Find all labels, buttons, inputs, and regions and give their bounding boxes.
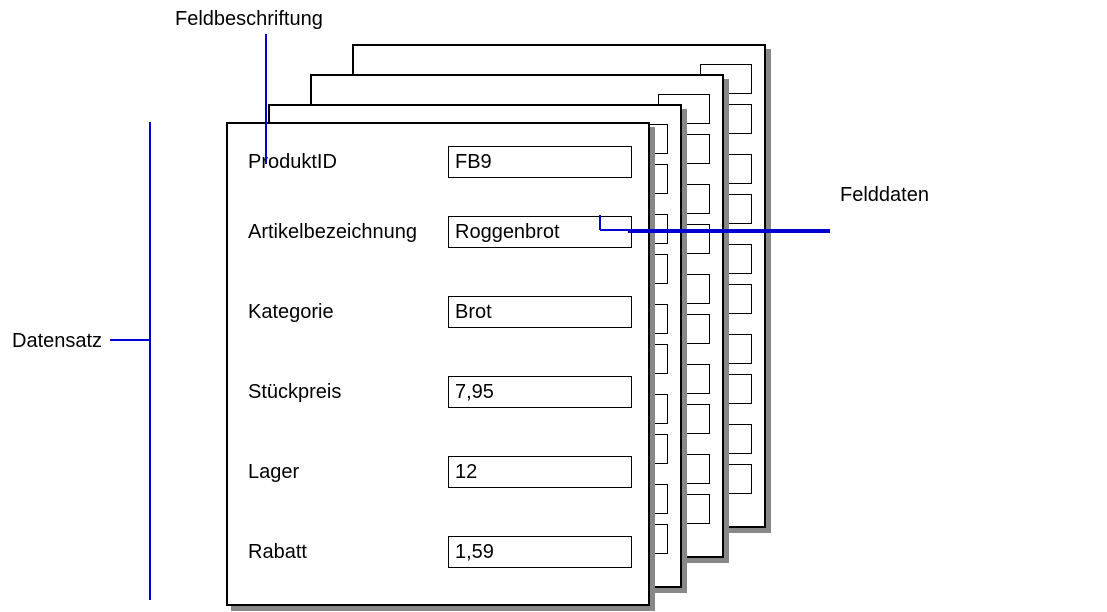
field-row-rabatt: Rabatt 1,59	[248, 536, 668, 568]
field-label: Stückpreis	[248, 381, 448, 404]
field-value: 12	[448, 456, 632, 488]
annotation-record: Datensatz	[12, 330, 102, 353]
field-label: ProduktID	[248, 151, 448, 174]
field-value: 1,59	[448, 536, 632, 568]
field-label: Artikelbezeichnung	[248, 221, 448, 244]
field-label: Lager	[248, 461, 448, 484]
annotation-field-label: Feldbeschriftung	[175, 8, 323, 31]
field-value: 7,95	[448, 376, 632, 408]
field-row-lager: Lager 12	[248, 456, 668, 488]
annotation-field-data: Felddaten	[840, 184, 929, 207]
field-row-stueckpreis: Stückpreis 7,95	[248, 376, 668, 408]
record-card-front: ProduktID FB9 Artikelbezeichnung Roggenb…	[226, 122, 650, 606]
field-row-kategorie: Kategorie Brot	[248, 296, 668, 328]
field-value: Brot	[448, 296, 632, 328]
field-value: FB9	[448, 146, 632, 178]
field-row-artikelbezeichnung: Artikelbezeichnung Roggenbrot	[248, 216, 668, 248]
field-label: Rabatt	[248, 541, 448, 564]
field-value: Roggenbrot	[448, 216, 632, 248]
field-row-produktid: ProduktID FB9	[248, 146, 668, 178]
field-label: Kategorie	[248, 301, 448, 324]
